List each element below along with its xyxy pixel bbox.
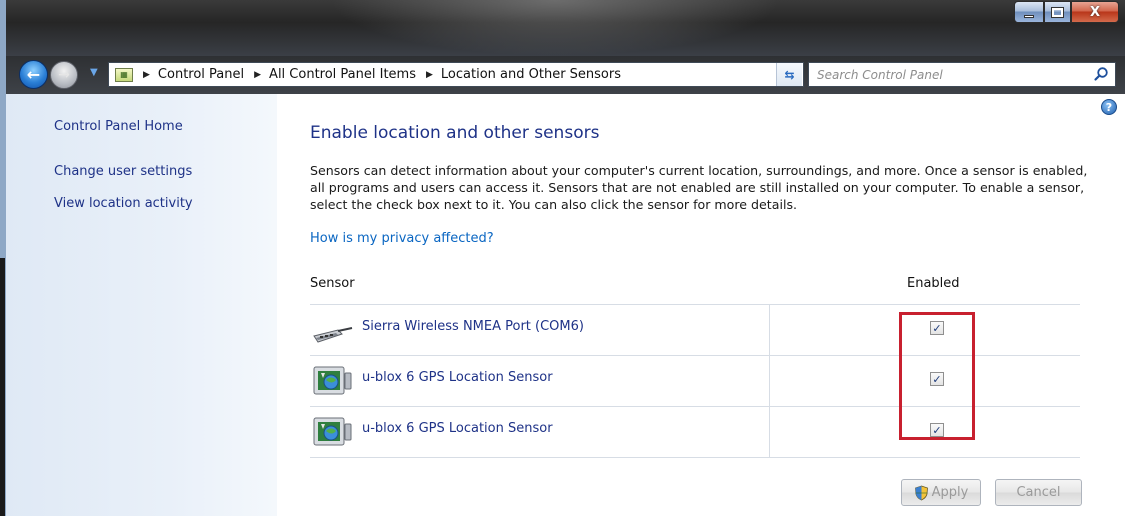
- maximize-button[interactable]: [1044, 1, 1071, 23]
- cancel-button-label: Cancel: [1016, 485, 1061, 500]
- sensor-name-link[interactable]: Sierra Wireless NMEA Port (COM6): [362, 319, 584, 334]
- address-bar[interactable]: ▦ ▶ Control Panel ▶ All Control Panel It…: [108, 62, 804, 87]
- close-icon: X: [1089, 4, 1101, 20]
- breadcrumb-separator-icon[interactable]: ▶: [426, 70, 433, 80]
- help-icon[interactable]: ?: [1101, 99, 1117, 115]
- maximize-icon: [1051, 6, 1064, 18]
- forward-arrow-icon: →: [58, 67, 70, 83]
- table-divider: [310, 457, 1080, 458]
- title-bar-glass: [330, 0, 780, 56]
- breadcrumb-control-panel[interactable]: Control Panel: [158, 67, 244, 82]
- caption-buttons: X: [1014, 1, 1119, 23]
- breadcrumb-location-sensors[interactable]: Location and Other Sensors: [441, 67, 621, 82]
- breadcrumb-separator-icon[interactable]: ▶: [254, 70, 261, 80]
- uac-shield-icon: [914, 485, 928, 500]
- sidebar-item-view-location-activity[interactable]: View location activity: [54, 196, 193, 211]
- breadcrumb-separator-icon[interactable]: ▶: [143, 70, 150, 80]
- recent-pages-dropdown-icon[interactable]: ▼: [90, 67, 98, 78]
- refresh-icon: ⇆: [784, 67, 795, 82]
- apply-button-label: Apply: [931, 485, 969, 500]
- column-header-enabled: Enabled: [907, 276, 960, 291]
- sidebar-item-control-panel-home[interactable]: Control Panel Home: [54, 119, 183, 134]
- title-bar: X: [0, 0, 1125, 56]
- minimize-icon: [1024, 14, 1034, 18]
- search-icon[interactable]: [1093, 66, 1109, 82]
- page-description: Sensors can detect information about you…: [310, 163, 1088, 212]
- apply-button[interactable]: Apply: [901, 479, 981, 506]
- search-input[interactable]: [817, 64, 1077, 85]
- window-left-shadow: [0, 258, 5, 516]
- refresh-button[interactable]: ⇆: [776, 63, 802, 86]
- sensor-name-link[interactable]: u-blox 6 GPS Location Sensor: [362, 370, 553, 385]
- gps-sensor-icon: [313, 417, 352, 446]
- forward-button[interactable]: →: [50, 61, 78, 89]
- back-button[interactable]: ←: [19, 60, 48, 89]
- back-arrow-icon: ←: [26, 65, 41, 84]
- gps-sensor-icon: [313, 366, 352, 395]
- page-title: Enable location and other sensors: [310, 123, 600, 143]
- column-header-sensor: Sensor: [310, 276, 355, 291]
- control-panel-icon: ▦: [115, 67, 133, 82]
- serial-port-icon: [313, 327, 353, 343]
- main-content: ? Enable location and other sensors Sens…: [277, 94, 1125, 516]
- task-pane: Control Panel Home Change user settings …: [6, 94, 277, 516]
- annotation-highlight-box: [899, 312, 975, 440]
- control-panel-window: X ← → ▼ ▦ ▶ Control Panel ▶ All Control …: [0, 0, 1125, 516]
- sidebar-item-change-user-settings[interactable]: Change user settings: [54, 164, 192, 179]
- minimize-button[interactable]: [1014, 1, 1044, 23]
- close-button[interactable]: X: [1071, 1, 1119, 23]
- breadcrumb-all-items[interactable]: All Control Panel Items: [269, 67, 416, 82]
- privacy-link[interactable]: How is my privacy affected?: [310, 231, 494, 246]
- search-box[interactable]: [808, 62, 1116, 87]
- sensor-name-link[interactable]: u-blox 6 GPS Location Sensor: [362, 421, 553, 436]
- cancel-button[interactable]: Cancel: [995, 479, 1082, 506]
